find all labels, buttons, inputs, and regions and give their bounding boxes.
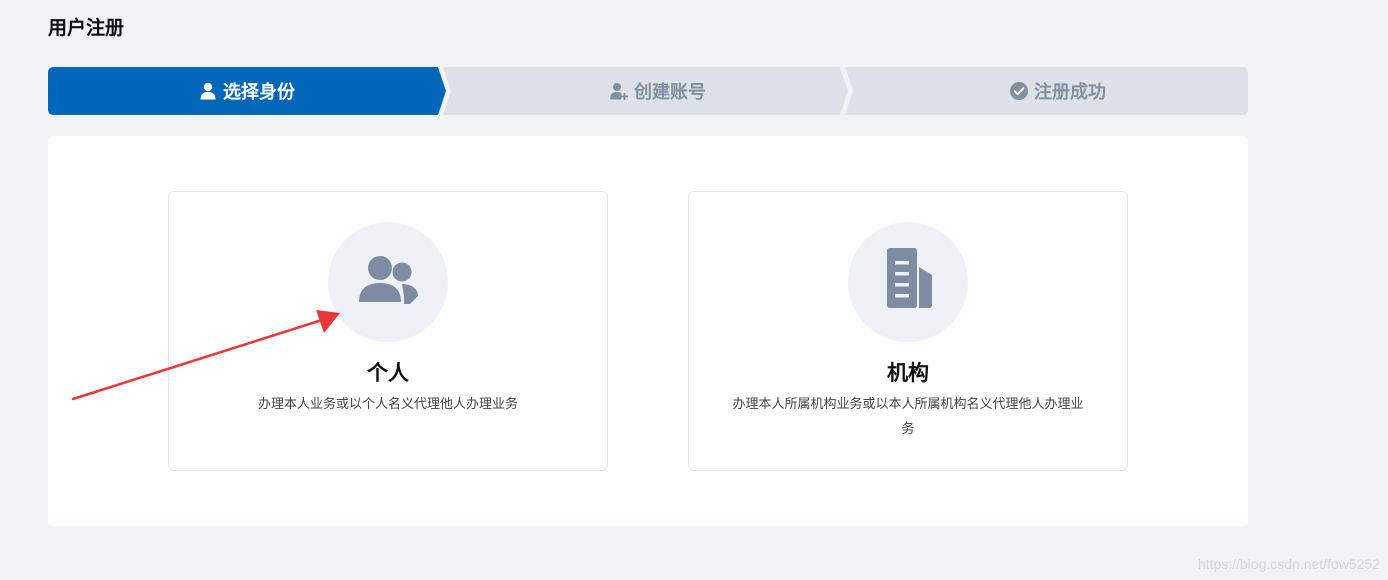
- card-title: 个人: [367, 361, 409, 385]
- identity-selection-panel: 个人 办理本人业务或以个人名义代理他人办理业务 机构 办理本人所属机构业务或以本…: [48, 136, 1248, 526]
- card-description: 办理本人业务或以个人名义代理他人办理业务: [257, 397, 518, 412]
- building-document-icon: [878, 247, 938, 317]
- step-label: 创建账号: [634, 82, 706, 103]
- page-title: 用户注册: [48, 17, 125, 39]
- card-description: 办理本人所属机构业务或以本人所属机构名义代理他人办理业务: [732, 397, 1084, 437]
- step-label: 选择身份: [223, 82, 295, 103]
- registration-stepper: 选择身份 创建账号 注册成功: [48, 67, 1248, 115]
- user-add-icon: [610, 82, 628, 100]
- step-select-identity[interactable]: 选择身份: [48, 67, 446, 115]
- users-icon: [356, 252, 420, 312]
- step-create-account[interactable]: 创建账号: [448, 67, 868, 115]
- check-circle-icon: [1010, 82, 1028, 100]
- organization-option-card[interactable]: 机构 办理本人所属机构业务或以本人所属机构名义代理他人办理业务: [688, 191, 1128, 471]
- step-registration-success[interactable]: 注册成功: [848, 67, 1268, 115]
- personal-icon-circle: [328, 222, 448, 342]
- card-title: 机构: [887, 361, 929, 385]
- user-icon: [199, 82, 217, 100]
- step-label: 注册成功: [1034, 82, 1106, 103]
- watermark: https://blog.csdn.net/fow5252: [1197, 556, 1380, 572]
- organization-icon-circle: [848, 222, 968, 342]
- personal-option-card[interactable]: 个人 办理本人业务或以个人名义代理他人办理业务: [168, 191, 608, 471]
